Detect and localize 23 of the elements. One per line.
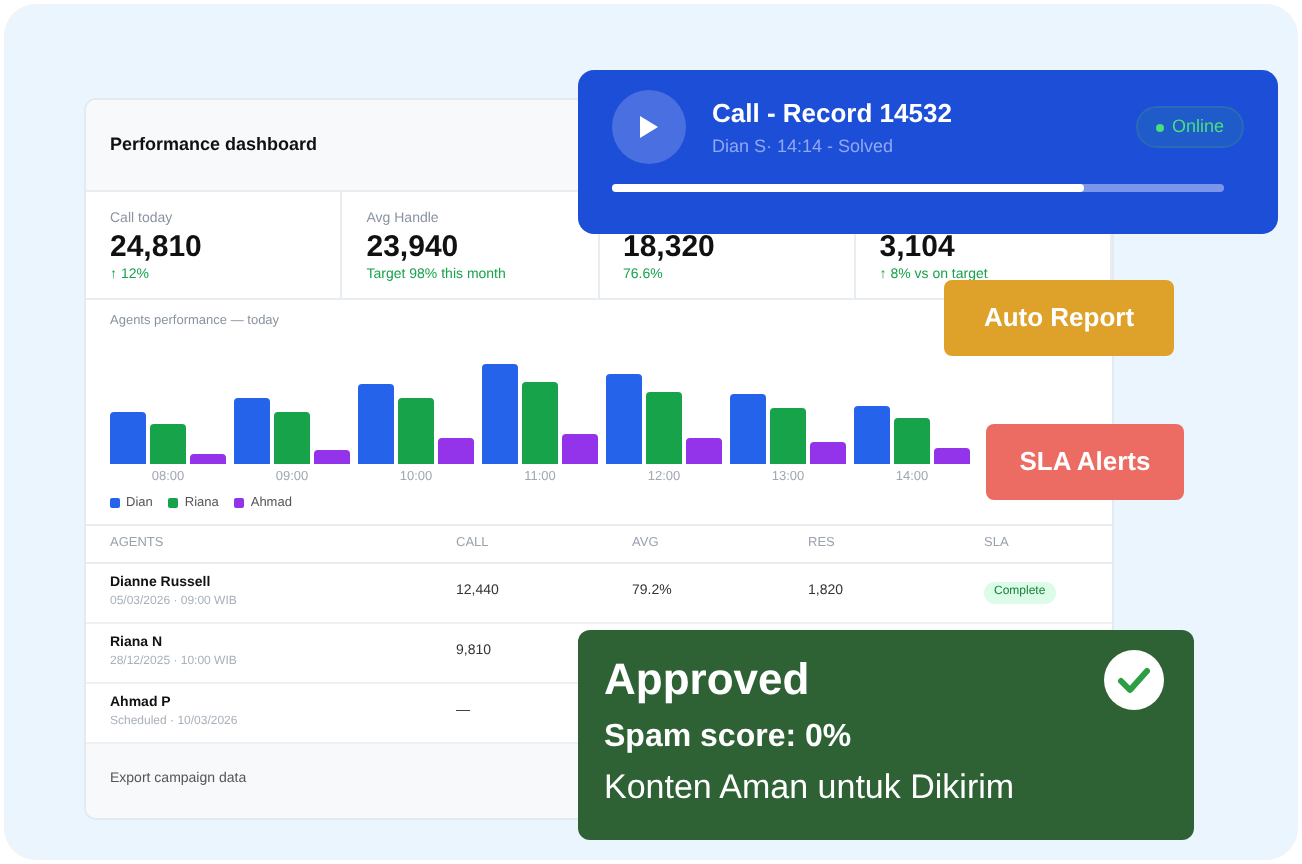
bar-group-drawing bbox=[606, 373, 722, 464]
dashboard-title: Performance dashboard bbox=[110, 131, 318, 158]
sla-alerts-tag: SLA Alerts bbox=[986, 424, 1184, 500]
bar-group-drawing bbox=[730, 393, 846, 464]
online-badge: Online bbox=[1135, 105, 1244, 149]
stat-value: 18,320 bbox=[623, 230, 717, 266]
bar-group-drawing bbox=[234, 398, 350, 464]
play-icon bbox=[640, 116, 658, 138]
stat-value: 23,940 bbox=[366, 230, 461, 266]
bar-group-drawing bbox=[482, 363, 598, 464]
approval-message: Konten Aman untuk Dikirim bbox=[604, 766, 1017, 810]
call-subtitle: Dian S· 14:14 - Solved bbox=[712, 133, 896, 159]
bar-group-drawing bbox=[110, 411, 226, 464]
auto-report-tag: Auto Report bbox=[944, 280, 1174, 356]
stat-value: 24,810 bbox=[110, 230, 204, 266]
stat-value: 3,104 bbox=[879, 230, 957, 266]
call-title: Call - Record 14532 bbox=[712, 96, 952, 132]
bar-group-drawing bbox=[854, 406, 970, 464]
spam-score: Spam score: 0% bbox=[604, 718, 854, 758]
approval-title: Approved bbox=[604, 652, 810, 708]
check-circle-icon bbox=[1104, 650, 1164, 710]
play-button[interactable] bbox=[612, 90, 686, 164]
bar-group-drawing bbox=[358, 383, 474, 464]
